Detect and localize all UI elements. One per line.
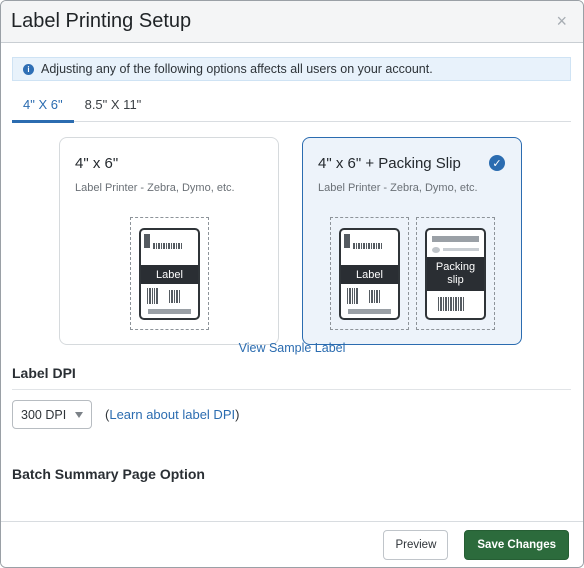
option-card-4x6-packing-slip[interactable]: 4" x 6" + Packing Slip Label Printer - Z… — [302, 137, 522, 345]
label-band: Label — [141, 265, 198, 284]
option-card-4x6[interactable]: 4" x 6" Label Printer - Zebra, Dymo, etc… — [59, 137, 279, 345]
learn-dpi-text: (Learn about label DPI) — [105, 407, 240, 422]
caret-down-icon — [75, 411, 83, 418]
label-preview: Label — [130, 217, 209, 330]
learn-about-dpi-link[interactable]: Learn about label DPI — [109, 407, 235, 422]
label-format-options: 4" x 6" Label Printer - Zebra, Dymo, etc… — [1, 122, 583, 355]
option-subtitle: Label Printer - Zebra, Dymo, etc. — [75, 182, 235, 194]
barcode-icon — [438, 297, 464, 311]
packing-slip-band: Packing slip — [427, 257, 484, 291]
barcode-icon — [144, 234, 150, 248]
option-subtitle: Label Printer - Zebra, Dymo, etc. — [318, 182, 478, 194]
barcode-icon — [344, 234, 350, 248]
label-preview: Label — [330, 217, 409, 330]
notice-text: Adjusting any of the following options a… — [41, 62, 433, 76]
info-notice: i Adjusting any of the following options… — [12, 57, 571, 81]
packing-slip-preview: Packing slip — [416, 217, 495, 330]
modal-header: Label Printing Setup × — [1, 1, 583, 43]
label-printing-setup-modal: Label Printing Setup × i Adjusting any o… — [0, 0, 584, 568]
size-tabs: 4" X 6" 8.5" X 11" — [12, 91, 571, 123]
label-dpi-title: Label DPI — [12, 365, 76, 381]
modal-title: Label Printing Setup — [11, 10, 192, 32]
view-sample-label-link[interactable]: View Sample Label — [1, 341, 583, 355]
tab-8-5x11[interactable]: 8.5" X 11" — [74, 91, 153, 121]
option-title: 4" x 6" + Packing Slip — [318, 155, 461, 172]
preview-button[interactable]: Preview — [383, 529, 449, 560]
dpi-select-value: 300 DPI — [21, 407, 67, 422]
close-icon[interactable]: × — [556, 11, 573, 32]
checkmark-icon: ✓ — [489, 155, 505, 171]
modal-footer: Preview Save Changes — [1, 521, 583, 567]
label-band: Label — [341, 265, 398, 284]
batch-summary-title: Batch Summary Page Option — [12, 466, 205, 482]
modal-content: i Adjusting any of the following options… — [1, 43, 583, 521]
dpi-select[interactable]: 300 DPI — [12, 400, 92, 429]
save-changes-button[interactable]: Save Changes — [464, 529, 569, 560]
divider — [12, 389, 571, 390]
info-icon: i — [23, 63, 34, 75]
packing-slip-icon: Packing slip — [425, 228, 486, 320]
label-dpi-row: 300 DPI (Learn about label DPI) — [12, 399, 572, 430]
shipping-label-icon: Label — [139, 228, 200, 320]
shipping-label-icon: Label — [339, 228, 400, 320]
tab-4x6[interactable]: 4" X 6" — [12, 91, 74, 123]
option-title: 4" x 6" — [75, 155, 119, 172]
